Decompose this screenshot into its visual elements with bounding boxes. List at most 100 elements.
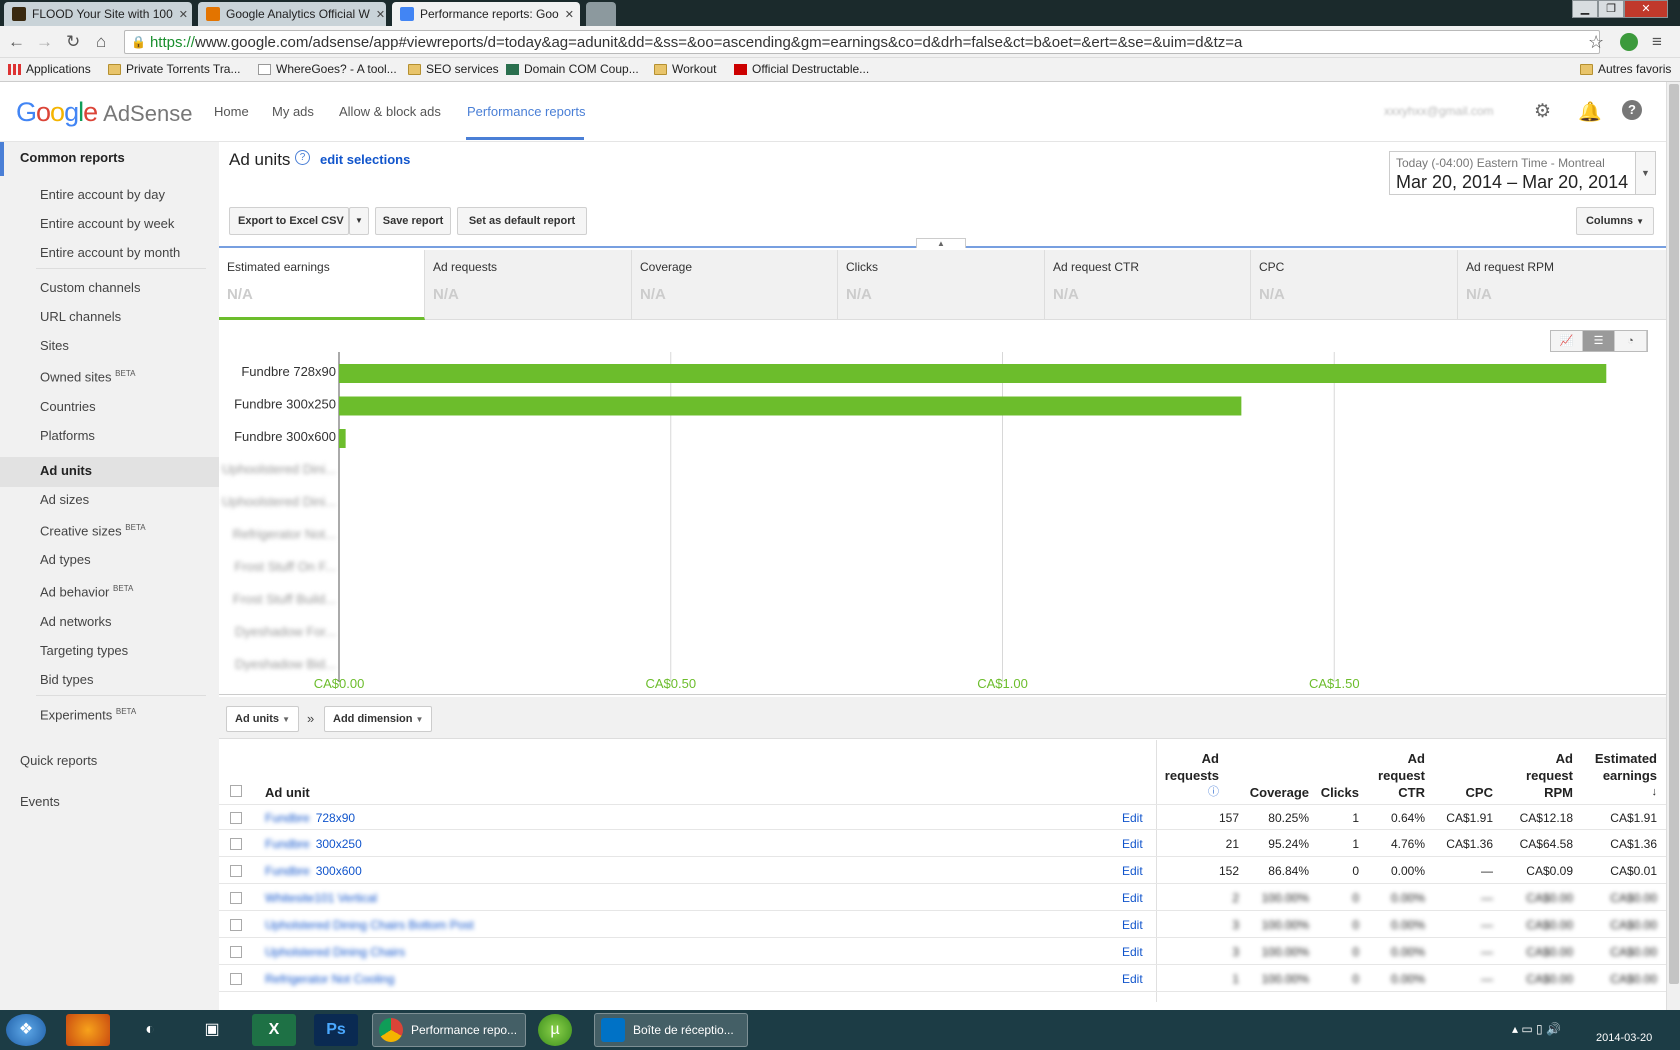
sidebar-events[interactable]: Events xyxy=(20,794,60,809)
row-checkbox[interactable] xyxy=(230,946,242,958)
sidebar-item-account-week[interactable]: Entire account by week xyxy=(40,216,174,231)
sidebar-item-ad-sizes[interactable]: Ad sizes xyxy=(40,492,89,507)
account-email[interactable]: xxxyhxx@gmail.com xyxy=(1384,104,1494,118)
nav-performance-reports[interactable]: Performance reports xyxy=(467,104,586,119)
header-ad-request-rpm[interactable]: Ad request RPM xyxy=(1493,750,1573,801)
ad-unit-link[interactable]: Whitesite101 Vertical xyxy=(265,891,377,905)
nav-allow-block[interactable]: Allow & block ads xyxy=(339,104,441,119)
sidebar-item-platforms[interactable]: Platforms xyxy=(40,428,95,443)
sidebar-item-ad-networks[interactable]: Ad networks xyxy=(40,614,112,629)
system-clock[interactable]: 2014-03-20 xyxy=(1596,1032,1652,1044)
ad-unit-link[interactable]: Fundbre 728x90 xyxy=(265,811,355,825)
address-bar[interactable]: 🔒 https:// www.google.com/adsense/app#vi… xyxy=(124,30,1600,54)
tab-close-icon[interactable]: ✕ xyxy=(370,8,385,21)
save-report-button[interactable]: Save report xyxy=(375,207,451,235)
row-checkbox[interactable] xyxy=(230,865,242,877)
metric-ad-request-ctr[interactable]: Ad request CTR N/A xyxy=(1045,250,1251,320)
metric-ad-requests[interactable]: Ad requests N/A xyxy=(425,250,632,320)
nav-my-ads[interactable]: My ads xyxy=(272,104,314,119)
help-icon[interactable]: ? xyxy=(1622,100,1642,120)
edit-link[interactable]: Edit xyxy=(1122,918,1143,932)
page-scrollbar[interactable] xyxy=(1666,82,1680,1010)
browser-tab-3[interactable]: Performance reports: Goo ✕ xyxy=(392,2,580,26)
set-default-report-button[interactable]: Set as default report xyxy=(457,207,587,235)
chevron-down-icon[interactable]: ▼ xyxy=(1635,152,1655,194)
sidebar-common-reports[interactable]: Common reports xyxy=(20,150,125,165)
sidebar-item-ad-units[interactable]: Ad units xyxy=(40,463,92,478)
sidebar-item-experiments[interactable]: Experiments BETA xyxy=(40,707,136,722)
bookmark-star-icon[interactable]: ☆ xyxy=(1588,32,1604,53)
metric-estimated-earnings[interactable]: Estimated earnings N/A xyxy=(219,250,425,320)
app-circle-icon[interactable]: ◐ xyxy=(128,1014,172,1046)
tab-close-icon[interactable]: ✕ xyxy=(559,8,574,21)
bar[interactable] xyxy=(339,364,1607,383)
ad-unit-link[interactable]: Fundbre 300x600 xyxy=(265,864,362,878)
excel-icon[interactable]: X xyxy=(252,1014,296,1046)
bookmark-applications[interactable]: Applications xyxy=(8,62,91,76)
row-checkbox[interactable] xyxy=(230,812,242,824)
forward-icon[interactable]: → xyxy=(36,32,53,52)
ad-unit-link[interactable]: Upholstered Dining Chairs Bottom Post xyxy=(265,918,474,932)
ad-unit-link[interactable]: Fundbre 300x250 xyxy=(265,837,362,851)
sidebar-item-account-month[interactable]: Entire account by month xyxy=(40,245,180,260)
edit-selections-link[interactable]: edit selections xyxy=(320,152,410,167)
export-dropdown-icon[interactable]: ▼ xyxy=(349,207,369,235)
edit-link[interactable]: Edit xyxy=(1122,972,1143,986)
tray-icons[interactable]: ▴ ▭ ▯ 🔊 xyxy=(1512,1022,1561,1036)
bookmark-seo-services[interactable]: SEO services xyxy=(408,62,499,76)
date-range-picker[interactable]: Today (-04:00) Eastern Time - Montreal M… xyxy=(1389,151,1656,195)
sidebar-quick-reports[interactable]: Quick reports xyxy=(20,753,97,768)
maximize-icon[interactable]: ❐ xyxy=(1598,0,1624,18)
bookmark-official-destructable[interactable]: Official Destructable... xyxy=(734,62,869,76)
bar[interactable] xyxy=(339,396,1242,416)
sidebar-item-bid-types[interactable]: Bid types xyxy=(40,672,93,687)
sidebar-item-url-channels[interactable]: URL channels xyxy=(40,309,121,324)
info-icon[interactable]: ⓘ xyxy=(1159,784,1219,801)
utorrent-icon[interactable]: µ xyxy=(538,1014,572,1046)
home-icon[interactable]: ⌂ xyxy=(96,32,106,52)
dimension-ad-units-dropdown[interactable]: Ad units ▼ xyxy=(226,706,299,732)
start-orb-icon[interactable]: ❖ xyxy=(6,1014,46,1046)
bookmark-workout[interactable]: Workout xyxy=(654,62,716,76)
line-chart-icon[interactable]: 📈 xyxy=(1551,331,1583,351)
bookmark-wheregoes[interactable]: WhereGoes? - A tool... xyxy=(258,62,397,76)
sidebar-item-custom-channels[interactable]: Custom channels xyxy=(40,280,140,295)
metric-coverage[interactable]: Coverage N/A xyxy=(632,250,838,320)
add-dimension-dropdown[interactable]: Add dimension ▼ xyxy=(324,706,433,732)
collapse-toggle-icon[interactable]: ▲ xyxy=(916,238,966,248)
edit-link[interactable]: Edit xyxy=(1122,837,1143,851)
sidebar-item-account-day[interactable]: Entire account by day xyxy=(40,187,165,202)
sidebar-item-targeting-types[interactable]: Targeting types xyxy=(40,643,128,658)
row-checkbox[interactable] xyxy=(230,973,242,985)
select-all-checkbox[interactable] xyxy=(230,785,242,797)
sidebar-item-creative-sizes[interactable]: Creative sizes BETA xyxy=(40,523,146,538)
bar[interactable] xyxy=(339,429,346,448)
photoshop-icon[interactable]: Ps xyxy=(314,1014,358,1046)
columns-button[interactable]: Columns ▼ xyxy=(1576,207,1654,235)
metric-ad-request-rpm[interactable]: Ad request RPM N/A xyxy=(1458,250,1666,320)
browser-tab-2[interactable]: Google Analytics Official W ✕ xyxy=(198,2,386,26)
scrollbar-thumb[interactable] xyxy=(1669,84,1679,984)
menu-icon[interactable]: ≡ xyxy=(1652,32,1662,52)
row-checkbox[interactable] xyxy=(230,838,242,850)
back-icon[interactable]: ← xyxy=(8,32,25,52)
header-ad-unit[interactable]: Ad unit xyxy=(265,784,310,801)
edit-link[interactable]: Edit xyxy=(1122,891,1143,905)
export-csv-button[interactable]: Export to Excel CSV xyxy=(229,207,349,235)
edit-link[interactable]: Edit xyxy=(1122,864,1143,878)
network-app-icon[interactable]: ▣ xyxy=(190,1014,234,1046)
header-estimated-earnings[interactable]: Estimated earnings ↓ xyxy=(1573,750,1657,801)
metric-cpc[interactable]: CPC N/A xyxy=(1251,250,1458,320)
header-coverage[interactable]: Coverage xyxy=(1229,784,1309,801)
header-clicks[interactable]: Clicks xyxy=(1309,784,1359,801)
edit-link[interactable]: Edit xyxy=(1122,945,1143,959)
minimize-icon[interactable]: ▁ xyxy=(1572,0,1598,18)
row-checkbox[interactable] xyxy=(230,892,242,904)
browser-tab-1[interactable]: FLOOD Your Site with 100 ✕ xyxy=(4,2,192,26)
header-ad-requests[interactable]: Ad requests ⓘ xyxy=(1159,750,1219,801)
window-close-icon[interactable]: ✕ xyxy=(1624,0,1668,18)
sidebar-item-ad-behavior[interactable]: Ad behavior BETA xyxy=(40,584,133,599)
taskbar-outlook-window[interactable]: Boîte de réceptio... xyxy=(594,1013,748,1047)
header-cpc[interactable]: CPC xyxy=(1425,784,1493,801)
sidebar-item-owned-sites[interactable]: Owned sites BETA xyxy=(40,369,135,384)
